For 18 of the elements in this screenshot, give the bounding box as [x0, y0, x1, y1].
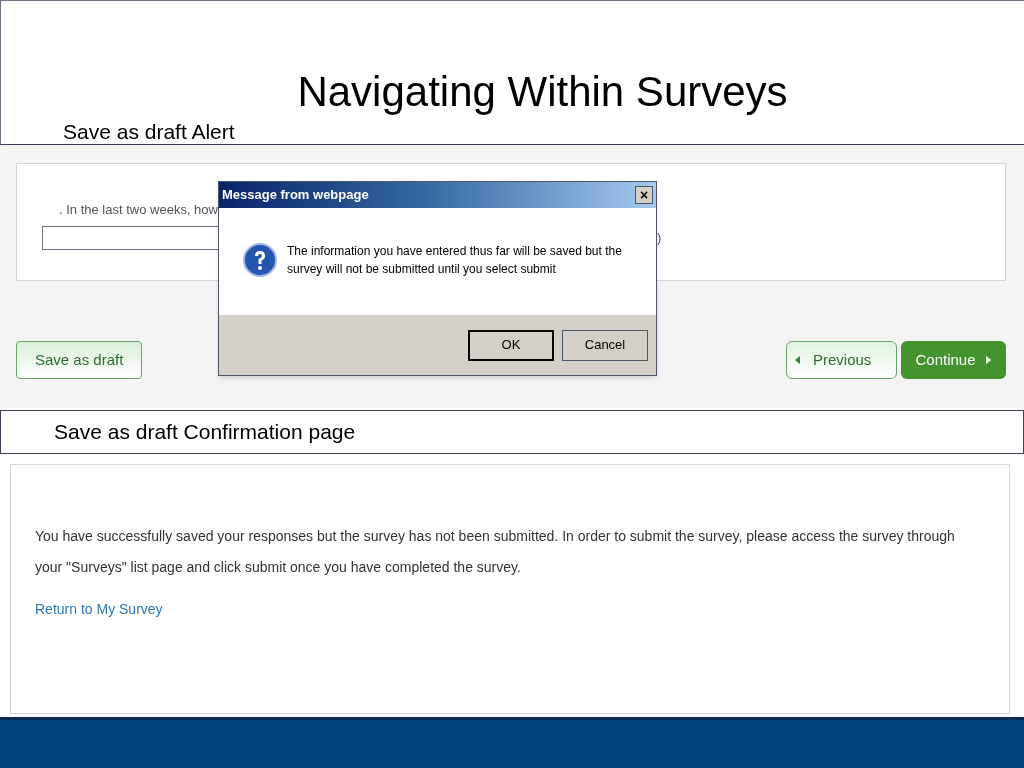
- section-caption: Save as draft Alert: [63, 121, 235, 142]
- question-text: . In the last two weeks, how: [59, 201, 218, 219]
- right-arrow-icon: [985, 356, 992, 364]
- left-arrow-icon: [795, 356, 801, 364]
- question-icon: [243, 242, 277, 277]
- slide-title: Navigating Within Surveys: [297, 71, 788, 113]
- return-link[interactable]: Return to My Survey: [35, 599, 163, 620]
- continue-button[interactable]: Continue: [901, 341, 1006, 379]
- partial-text: ): [657, 229, 662, 247]
- dialog-title: Message from webpage: [222, 186, 369, 205]
- save-as-draft-button[interactable]: Save as draft: [16, 341, 143, 379]
- close-button[interactable]: ×: [635, 186, 653, 204]
- dialog-button[interactable]: OK: [468, 329, 554, 361]
- dialog-message: The information you have entered thus far will be saved but the survey will not be submitted until you select submit: [287, 242, 623, 278]
- section-caption: Save as draft Confirmation page: [54, 419, 356, 446]
- previous-button[interactable]: Previous: [786, 341, 897, 379]
- confirmation-message: You have successfully saved your responses but the survey has not been submitted. In order to submit the survey, please access the survey through your "Surveys" list page and click submit once you have completed the survey.: [35, 527, 956, 577]
- dialog-button[interactable]: Cancel: [562, 329, 648, 361]
